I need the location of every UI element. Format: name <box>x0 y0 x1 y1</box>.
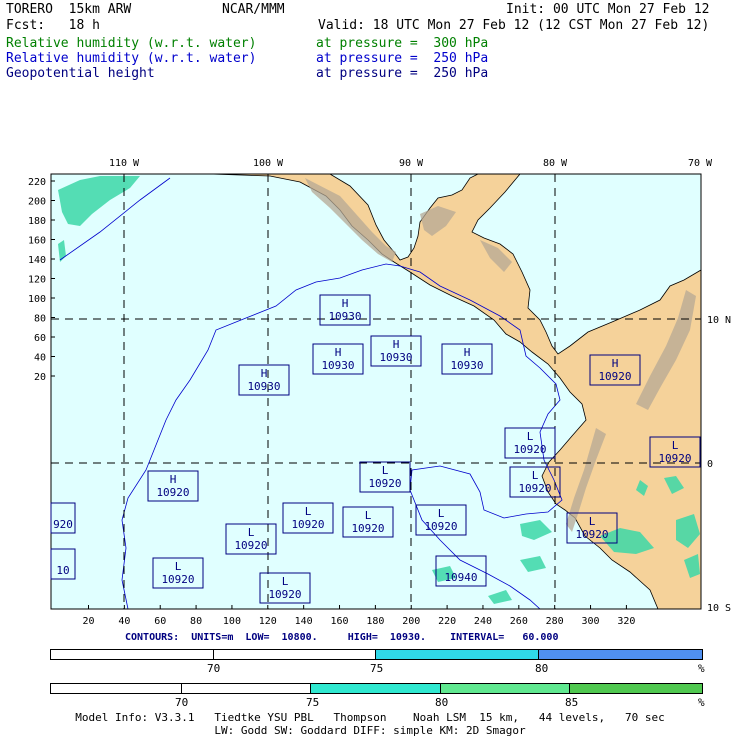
bottom-tick-label: 200 <box>402 616 420 627</box>
colorbar-300-label-pct: % <box>698 662 705 675</box>
height-center-value: 10920 <box>598 370 631 383</box>
height-center-letter: L <box>672 439 679 452</box>
lon-label-110w: 110 W <box>109 158 140 169</box>
lon-label-80w: 80 W <box>543 158 568 169</box>
left-tick-label: 220 <box>28 177 46 188</box>
height-center-value: 10 <box>56 564 69 577</box>
height-center-letter: H <box>612 357 619 370</box>
left-tick-label: 20 <box>34 372 46 383</box>
height-center-value: 10930 <box>379 351 412 364</box>
height-center-letter: L <box>175 560 182 573</box>
height-center-value: 10920 <box>351 522 384 535</box>
height-center-letter: L <box>248 526 255 539</box>
height-center-letter: H <box>261 367 268 380</box>
model-info-line-2: LW: Godd SW: Goddard DIFF: simple KM: 2D… <box>214 724 526 737</box>
colorbar-250hpa <box>50 683 703 694</box>
bottom-tick-label: 120 <box>259 616 277 627</box>
lon-label-100w: 100 W <box>253 158 284 169</box>
bottom-tick-label: 280 <box>546 616 564 627</box>
height-center-letter: H <box>464 346 471 359</box>
bottom-tick-label: 40 <box>118 616 130 627</box>
height-center-value: 10930 <box>321 359 354 372</box>
colorbar-300-seg-1 <box>51 650 214 659</box>
bottom-tick-label: 300 <box>582 616 600 627</box>
lon-label-70w: 70 W <box>688 158 713 169</box>
left-tick-label: 160 <box>28 236 46 247</box>
height-center-value: 10920 <box>513 443 546 456</box>
height-center-letter: L <box>365 509 372 522</box>
height-center-letter: L <box>438 507 445 520</box>
colorbar-250-seg-5 <box>570 684 703 693</box>
height-center-value: 10930 <box>450 359 483 372</box>
height-center-value: 10920 <box>368 477 401 490</box>
height-center-value: 10920 <box>424 520 457 533</box>
model-info-line-1: Model Info: V3.3.1 Tiedtke YSU PBL Thomp… <box>75 711 665 724</box>
height-center-letter: H <box>170 473 177 486</box>
height-center-letter: H <box>335 346 342 359</box>
left-tick-label: 180 <box>28 216 46 227</box>
height-center-value: 10940 <box>444 571 477 584</box>
bottom-tick-label: 220 <box>438 616 456 627</box>
height-center-value: 10920 <box>161 573 194 586</box>
colorbar-250-label-80: 80 <box>435 696 449 709</box>
height-center-value: 10920 <box>291 518 324 531</box>
colorbar-300-seg-2 <box>213 650 376 659</box>
height-center-value: 10930 <box>328 310 361 323</box>
left-tick-label: 80 <box>34 314 46 325</box>
colorbar-300hpa <box>50 649 703 660</box>
height-center-value: 10920 <box>268 588 301 601</box>
colorbar-300-label-70: 70 <box>207 662 221 675</box>
height-center-letter: L <box>382 464 389 477</box>
colorbar-300-label-75: 75 <box>370 662 384 675</box>
bottom-tick-label: 100 <box>223 616 241 627</box>
bottom-tick-label: 180 <box>366 616 384 627</box>
height-center-letter: L <box>282 575 289 588</box>
bottom-tick-label: 320 <box>617 616 635 627</box>
bottom-tick-label: 20 <box>82 616 94 627</box>
lat-label-0: 0 <box>707 459 713 470</box>
colorbar-250-seg-4 <box>440 684 571 693</box>
colorbar-250-seg-2 <box>181 684 312 693</box>
height-center-value: 920 <box>53 518 73 531</box>
bottom-tick-label: 240 <box>474 616 492 627</box>
colorbar-250-label-pct: % <box>698 696 705 709</box>
lat-label-10s: 10 S <box>707 603 731 614</box>
lon-label-90w: 90 W <box>399 158 424 169</box>
left-tick-label: 120 <box>28 275 46 286</box>
height-center-letter: L <box>527 430 534 443</box>
left-tick-label: 40 <box>34 353 46 364</box>
bottom-tick-label: 260 <box>510 616 528 627</box>
bottom-tick-label: 80 <box>190 616 202 627</box>
height-center-value: 10920 <box>518 482 551 495</box>
left-tick-label: 140 <box>28 255 46 266</box>
height-center-value: 10930 <box>247 380 280 393</box>
colorbar-250-seg-1 <box>51 684 182 693</box>
bottom-tick-label: 160 <box>330 616 348 627</box>
colorbar-250-label-85: 85 <box>565 696 579 709</box>
colorbar-300-seg-3 <box>376 650 539 659</box>
left-tick-label: 60 <box>34 333 46 344</box>
height-center-letter: L <box>589 515 596 528</box>
colorbar-250-seg-3 <box>311 684 441 693</box>
contour-info: CONTOURS: UNITS=m LOW= 10800. HIGH= 1093… <box>125 632 559 643</box>
colorbar-300-label-80: 80 <box>535 662 549 675</box>
bottom-tick-label: 60 <box>154 616 166 627</box>
left-tick-label: 200 <box>28 197 46 208</box>
height-center-value: 10920 <box>658 452 691 465</box>
height-center-value: 10920 <box>156 486 189 499</box>
lat-label-10n: 10 N <box>707 315 731 326</box>
height-center-value: 10920 <box>234 539 267 552</box>
colorbar-250-label-70: 70 <box>175 696 189 709</box>
colorbar-300-seg-4 <box>538 650 702 659</box>
weather-map: 110 W 100 W 90 W 80 W 70 W 10 N 0 10 S 2… <box>28 158 731 627</box>
left-tick-label: 100 <box>28 294 46 305</box>
height-center-letter: H <box>342 297 349 310</box>
colorbar-250-label-75: 75 <box>306 696 320 709</box>
height-center-value: 10920 <box>575 528 608 541</box>
height-center-letter: L <box>305 505 312 518</box>
height-center-letter: L <box>532 469 539 482</box>
bottom-tick-label: 140 <box>295 616 313 627</box>
height-center-letter: H <box>393 338 400 351</box>
